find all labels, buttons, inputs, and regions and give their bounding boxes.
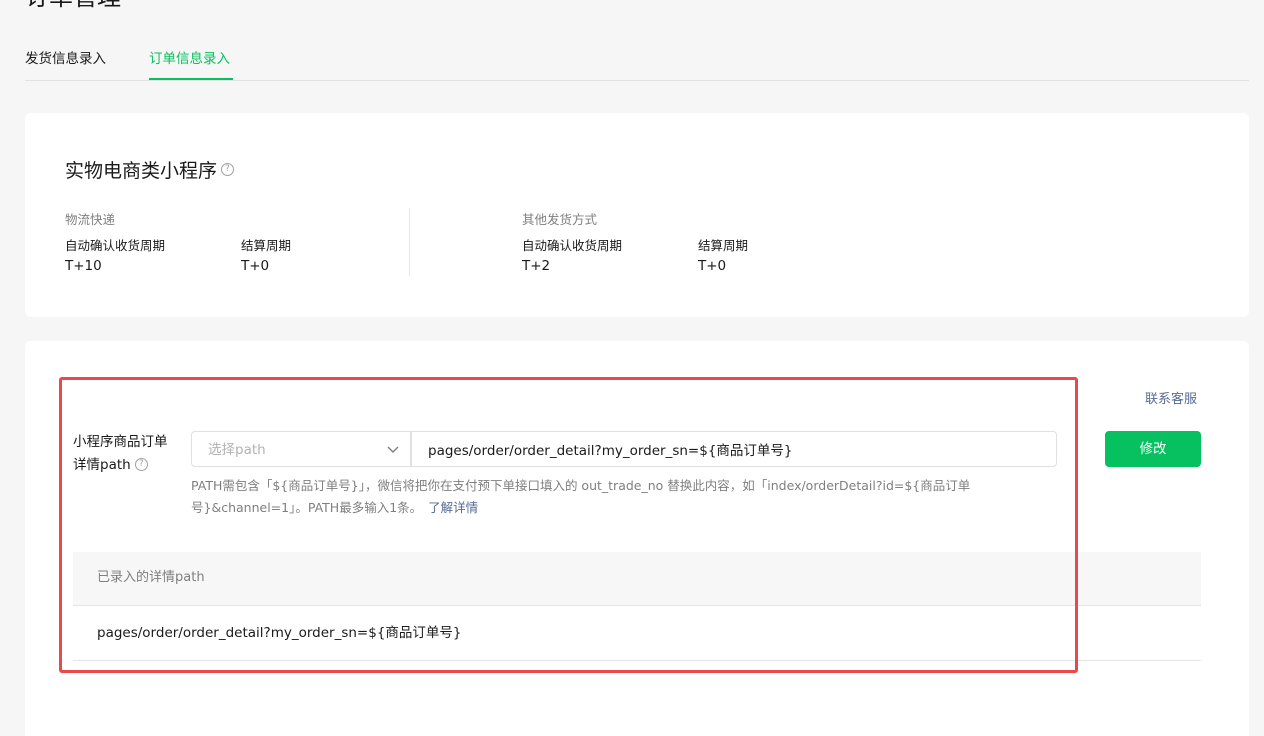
group-label: 物流快递 [65,212,116,227]
group-label: 其他发货方式 [522,212,598,227]
path-form-label: 小程序商品订单 详情path? [73,431,185,477]
kv-value: T+0 [698,258,727,274]
kv-key: 自动确认收货周期 [65,238,166,253]
logistics-group: 物流快递 [65,211,115,229]
kv-key: 结算周期 [241,238,292,253]
category-card: 实物电商类小程序? 物流快递 自动确认收货周期 T+10 结算周期 T+0 其他… [25,113,1249,317]
kv-value: T+2 [522,258,551,274]
form-label-line2: 详情path [73,457,131,473]
select-placeholder: 选择path [208,442,266,458]
vertical-divider [409,208,410,276]
table-row: pages/order/order_detail?my_order_sn=${商… [73,606,1201,661]
category-title: 实物电商类小程序? [65,158,235,184]
tab-shipping-info[interactable]: 发货信息录入 [25,50,106,68]
kv-value: T+0 [241,258,270,274]
kv-key: 结算周期 [698,238,749,253]
kv-auto-confirm: 自动确认收货周期 T+2 [522,237,682,276]
question-circle-icon[interactable]: ? [221,163,235,176]
tab-bar: 发货信息录入 订单信息录入 [25,40,1249,81]
path-select[interactable]: 选择path [191,431,411,467]
kv-key: 自动确认收货周期 [522,238,623,253]
kv-settlement: 结算周期 T+0 [241,237,401,276]
hint-text: PATH需包含「${商品订单号}」，微信将把你在支付预下单接口填入的 out_t… [191,478,971,515]
contact-support-link[interactable]: 联系客服 [1145,391,1197,409]
table-header-label: 已录入的详情path [97,570,205,585]
entered-path-table: 已录入的详情path pages/order/order_detail?my_o… [73,552,1201,661]
kv-value: T+10 [65,258,102,274]
path-input[interactable] [411,431,1057,467]
question-circle-icon[interactable]: ? [134,457,148,471]
path-hint: PATH需包含「${商品订单号}」，微信将把你在支付预下单接口填入的 out_t… [191,475,1061,519]
chevron-down-icon [387,446,399,453]
modify-button[interactable]: 修改 [1105,431,1201,467]
learn-more-link[interactable]: 了解详情 [428,500,478,515]
other-shipping-group: 其他发货方式 [522,211,597,229]
page-title: 订单管理 [25,0,121,12]
path-card: 联系客服 小程序商品订单 详情path? 选择path 修改 PATH需包含「$… [25,341,1249,736]
form-label-line1: 小程序商品订单 [73,434,168,450]
table-cell-path: pages/order/order_detail?my_order_sn=${商… [97,625,462,641]
tab-order-info[interactable]: 订单信息录入 [149,50,230,68]
active-tab-indicator [149,78,233,80]
kv-settlement: 结算周期 T+0 [698,237,858,276]
category-title-text: 实物电商类小程序 [65,160,218,182]
kv-auto-confirm: 自动确认收货周期 T+10 [65,237,225,276]
table-header: 已录入的详情path [73,552,1201,606]
